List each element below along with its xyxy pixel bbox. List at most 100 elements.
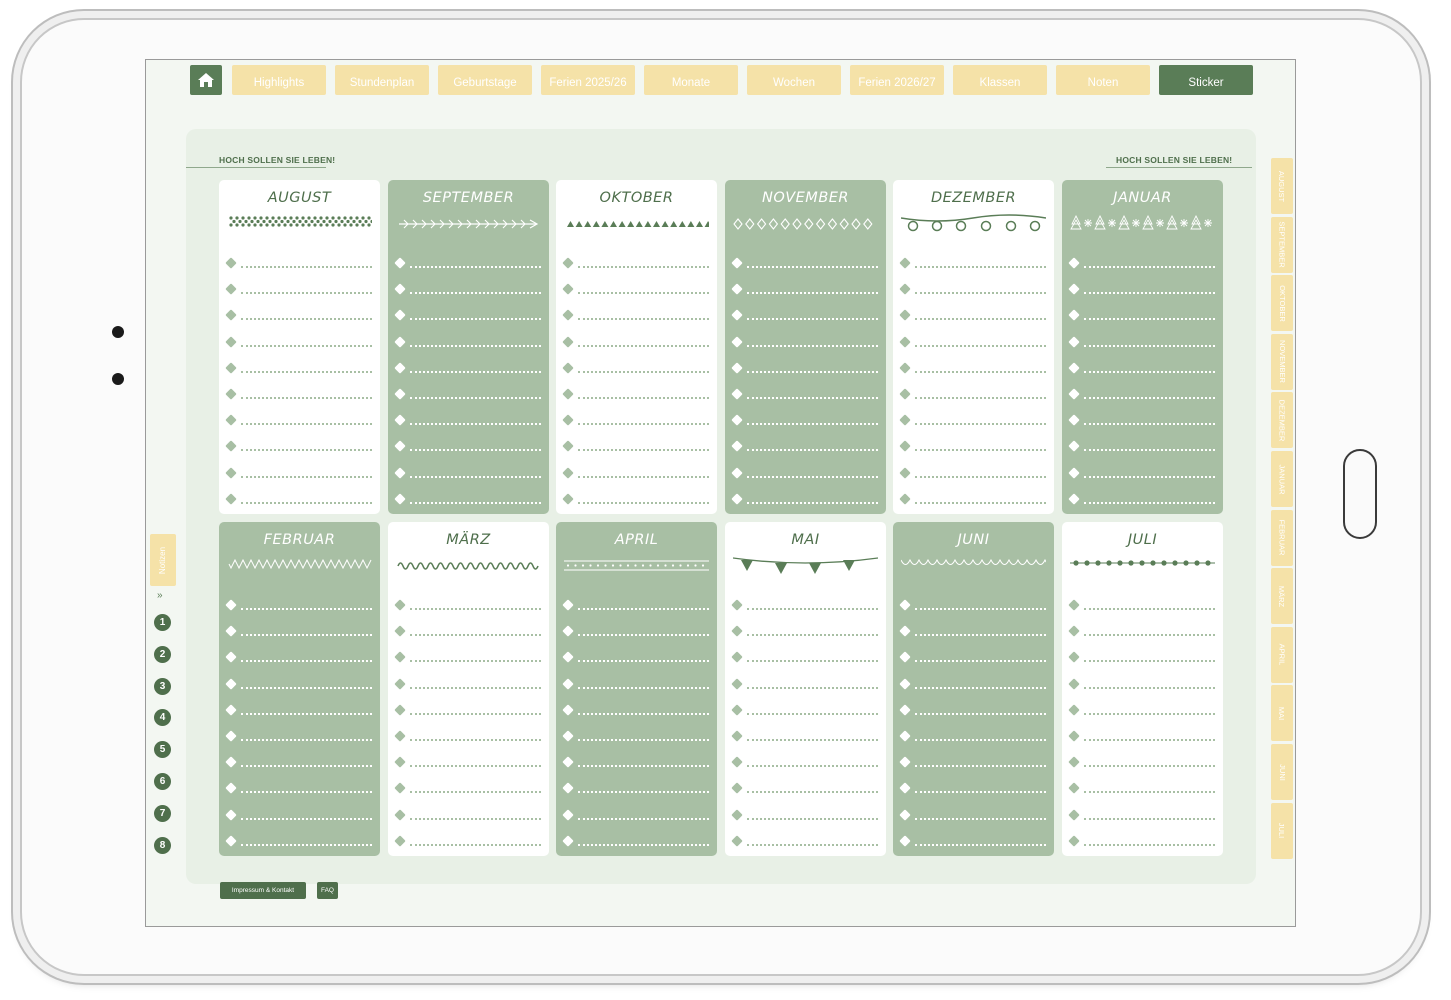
birthday-entry-line[interactable] [225, 362, 372, 375]
birthday-entry-line[interactable] [731, 651, 878, 664]
birthday-entry-line[interactable] [562, 283, 709, 296]
nav-tab-monate[interactable]: Monate [644, 65, 738, 95]
birthday-entry-line[interactable] [731, 309, 878, 322]
birthday-entry-line[interactable] [562, 756, 709, 769]
birthday-entry-line[interactable] [562, 651, 709, 664]
birthday-entry-line[interactable] [225, 756, 372, 769]
birthday-entry-line[interactable] [394, 388, 541, 401]
notes-page-1-button[interactable]: 1 [154, 614, 171, 631]
nav-tab-highlights[interactable]: Highlights [232, 65, 326, 95]
side-tab-oktober[interactable]: OKTOBER [1271, 275, 1293, 332]
side-tab-september[interactable]: SEPTEMBER [1271, 216, 1293, 273]
birthday-entry-line[interactable] [731, 414, 878, 427]
month-card-juni[interactable]: JUNI [893, 522, 1054, 856]
side-tab-november[interactable]: NOVEMBER [1271, 333, 1293, 390]
birthday-entry-line[interactable] [899, 599, 1046, 612]
birthday-entry-line[interactable] [562, 782, 709, 795]
birthday-entry-line[interactable] [562, 466, 709, 480]
birthday-entry-line[interactable] [394, 599, 541, 612]
birthday-entry-line[interactable] [225, 730, 372, 743]
month-card-februar[interactable]: FEBRUAR [219, 522, 380, 856]
nav-tab-ferien-2025-26[interactable]: Ferien 2025/26 [541, 65, 635, 95]
birthday-entry-line[interactable] [562, 335, 709, 349]
birthday-entry-line[interactable] [731, 756, 878, 769]
month-card-juli[interactable]: JULI [1062, 522, 1223, 856]
birthday-entry-line[interactable] [225, 704, 372, 717]
birthday-entry-line[interactable] [394, 730, 541, 743]
birthday-entry-line[interactable] [731, 362, 878, 375]
birthday-entry-line[interactable] [225, 466, 372, 480]
birthday-entry-line[interactable] [394, 466, 541, 480]
birthday-entry-line[interactable] [225, 493, 372, 506]
side-tab-april[interactable]: APRIL [1271, 626, 1293, 683]
birthday-entry-line[interactable] [1068, 414, 1215, 427]
birthday-entry-line[interactable] [394, 414, 541, 427]
birthday-entry-line[interactable] [1068, 651, 1215, 664]
birthday-entry-line[interactable] [731, 599, 878, 612]
birthday-entry-line[interactable] [225, 440, 372, 453]
birthday-entry-line[interactable] [899, 493, 1046, 506]
birthday-entry-line[interactable] [1068, 625, 1215, 638]
chevron-down-icon[interactable]: » [157, 590, 163, 601]
birthday-entry-line[interactable] [562, 808, 709, 822]
birthday-entry-line[interactable] [1068, 362, 1215, 375]
notes-page-3-button[interactable]: 3 [154, 677, 171, 695]
month-card-dezember[interactable]: DEZEMBER [893, 180, 1054, 514]
month-card-september[interactable]: SEPTEMBER [388, 180, 549, 514]
birthday-entry-line[interactable] [394, 677, 541, 691]
faq-button[interactable]: FAQ [317, 882, 338, 899]
birthday-entry-line[interactable] [731, 730, 878, 743]
birthday-entry-line[interactable] [394, 309, 541, 322]
birthday-entry-line[interactable] [899, 730, 1046, 743]
month-card-mai[interactable]: MAI [725, 522, 886, 856]
nav-tab-noten[interactable]: Noten [1056, 65, 1150, 95]
notes-page-5-button[interactable]: 5 [154, 741, 171, 759]
birthday-entry-line[interactable] [899, 309, 1046, 322]
birthday-entry-line[interactable] [562, 493, 709, 506]
birthday-entry-line[interactable] [394, 283, 541, 296]
notes-page-6-button[interactable]: 6 [154, 773, 171, 790]
birthday-entry-line[interactable] [899, 782, 1046, 795]
birthday-entry-line[interactable] [899, 283, 1046, 296]
birthday-entry-line[interactable] [562, 440, 709, 453]
side-tab-januar[interactable]: JANUAR [1271, 451, 1293, 507]
birthday-entry-line[interactable] [731, 440, 878, 453]
birthday-entry-line[interactable] [225, 835, 372, 848]
birthday-entry-line[interactable] [1068, 677, 1215, 691]
side-tab-dezember[interactable]: DEZEMBER [1271, 392, 1293, 449]
birthday-entry-line[interactable] [394, 808, 541, 822]
birthday-entry-line[interactable] [562, 704, 709, 717]
nav-tab-stundenplan[interactable]: Stundenplan [335, 65, 429, 95]
birthday-entry-line[interactable] [394, 756, 541, 769]
birthday-entry-line[interactable] [899, 388, 1046, 401]
month-card-april[interactable]: APRIL [556, 522, 717, 856]
notes-page-7-button[interactable]: 7 [154, 804, 171, 822]
birthday-entry-line[interactable] [899, 808, 1046, 822]
birthday-entry-line[interactable] [225, 677, 372, 691]
nav-tab-sticker[interactable]: Sticker [1159, 65, 1253, 95]
side-tab-mai[interactable]: MAI [1271, 685, 1293, 742]
birthday-entry-line[interactable] [225, 335, 372, 349]
birthday-entry-line[interactable] [225, 782, 372, 795]
side-tab-august[interactable]: AUGUST [1271, 158, 1293, 214]
birthday-entry-line[interactable] [899, 466, 1046, 480]
tablet-home-button[interactable] [1343, 449, 1377, 539]
birthday-entry-line[interactable] [1068, 599, 1215, 612]
birthday-entry-line[interactable] [731, 835, 878, 848]
birthday-entry-line[interactable] [225, 808, 372, 822]
notes-page-8-button[interactable]: 8 [154, 836, 171, 854]
side-tab-märz[interactable]: MÄRZ [1271, 568, 1293, 625]
birthday-entry-line[interactable] [1068, 283, 1215, 296]
birthday-entry-line[interactable] [225, 599, 372, 612]
birthday-entry-line[interactable] [731, 335, 878, 349]
birthday-entry-line[interactable] [1068, 493, 1215, 506]
birthday-entry-line[interactable] [1068, 440, 1215, 453]
birthday-entry-line[interactable] [225, 414, 372, 427]
birthday-entry-line[interactable] [731, 283, 878, 296]
birthday-entry-line[interactable] [562, 362, 709, 375]
birthday-entry-line[interactable] [562, 730, 709, 743]
birthday-entry-line[interactable] [899, 414, 1046, 427]
birthday-entry-line[interactable] [899, 440, 1046, 453]
birthday-entry-line[interactable] [731, 704, 878, 717]
birthday-entry-line[interactable] [1068, 257, 1215, 270]
